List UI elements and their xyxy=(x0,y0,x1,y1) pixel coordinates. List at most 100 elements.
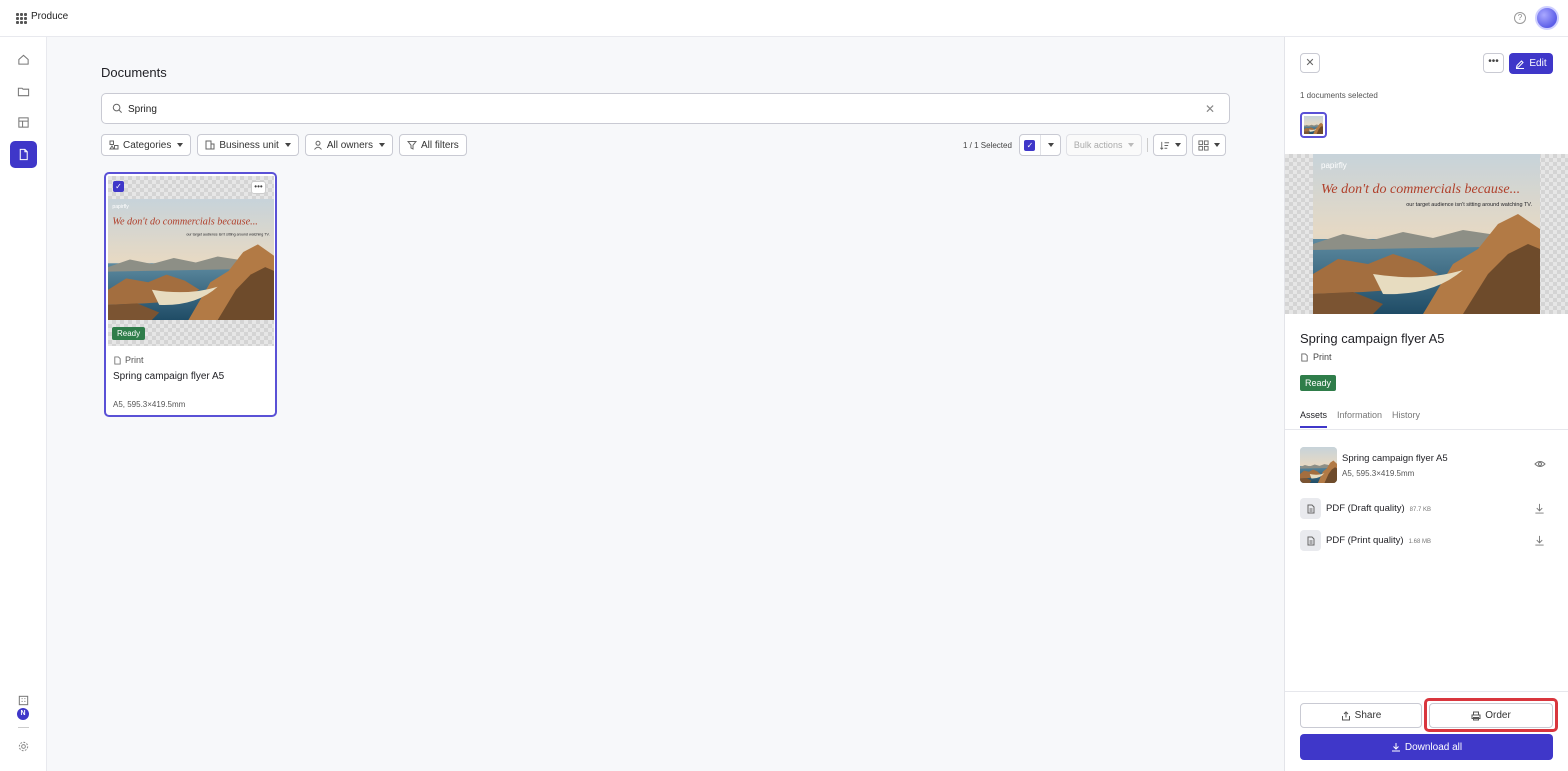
rail-item-home[interactable] xyxy=(10,46,37,73)
close-panel-button[interactable]: ✕ xyxy=(1300,53,1320,73)
flyer-headline: We don't do commercials because... xyxy=(112,217,257,228)
chevron-down-icon xyxy=(1175,143,1182,147)
checkmark-icon: ✓ xyxy=(1024,139,1036,151)
share-label: Share xyxy=(1354,710,1382,721)
building-icon xyxy=(205,140,215,150)
panel-status-badge: Ready xyxy=(1300,375,1337,391)
tab-assets[interactable]: Assets xyxy=(1300,410,1328,428)
filter-bar: Categories Business unit All owners All … xyxy=(101,134,467,156)
search-input[interactable] xyxy=(128,100,1188,118)
help-icon[interactable]: ? xyxy=(1514,12,1526,24)
document-icon xyxy=(114,355,121,365)
large-preview-image: papirfly We don't do commercials because… xyxy=(1313,154,1540,314)
document-icon xyxy=(1301,352,1308,362)
printer-icon xyxy=(1471,711,1481,720)
notification-badge: N xyxy=(17,708,29,720)
download-icon xyxy=(1391,743,1400,752)
app-grid-icon[interactable] xyxy=(16,13,27,24)
rail-item-templates[interactable] xyxy=(10,109,37,136)
edit-icon xyxy=(1516,59,1525,69)
document-title: Spring campaign flyer A5 xyxy=(113,371,225,382)
file-name-text: PDF (Print quality) xyxy=(1326,535,1404,546)
file-name: PDF (Print quality) 1.68 MB xyxy=(1326,535,1431,546)
app-title[interactable]: Produce xyxy=(31,11,68,22)
tab-history[interactable]: History xyxy=(1392,410,1420,428)
flyer-headline: We don't do commercials because... xyxy=(1321,182,1520,197)
file-item[interactable]: PDF (Print quality) 1.68 MB xyxy=(1300,530,1556,552)
document-type: Print xyxy=(113,355,144,365)
selected-count: 1 / 1 Selected xyxy=(963,140,1012,150)
rail-item-documents[interactable] xyxy=(10,141,37,168)
bulk-actions-button[interactable]: Bulk actions xyxy=(1065,134,1143,156)
panel-title: Spring campaign flyer A5 xyxy=(1300,331,1445,346)
user-icon xyxy=(313,140,322,150)
layout-icon xyxy=(18,117,29,128)
share-icon xyxy=(1341,710,1350,720)
status-badge: Ready xyxy=(112,327,146,340)
building-icon xyxy=(18,695,29,706)
flyer-tagline: our target audience isn't sitting around… xyxy=(186,232,269,236)
search-bar: ✕ xyxy=(101,93,1230,124)
chevron-down-icon xyxy=(284,143,291,147)
flyer-tagline: our target audience isn't sitting around… xyxy=(1406,202,1532,208)
business-unit-filter[interactable]: Business unit xyxy=(197,134,299,156)
file-icon xyxy=(1300,530,1321,551)
mini-preview-image xyxy=(1304,116,1323,134)
download-icon[interactable] xyxy=(1534,535,1545,546)
details-panel: ✕ ••• Edit 1 documents selected papirfly… xyxy=(1284,37,1568,771)
select-all-checkbox[interactable]: ✓ xyxy=(1020,135,1040,155)
grid-view-icon xyxy=(1198,139,1209,151)
chevron-down-icon xyxy=(378,143,385,147)
document-preview: papirfly We don't do commercials because… xyxy=(1285,154,1568,314)
chevron-down-icon xyxy=(1128,143,1135,147)
page-title: Documents xyxy=(101,65,167,80)
document-icon xyxy=(19,148,28,161)
rail-item-folders[interactable] xyxy=(10,78,37,105)
edit-button[interactable]: Edit xyxy=(1509,53,1553,74)
categories-filter-label: Categories xyxy=(123,139,172,151)
panel-document-type: Print xyxy=(1300,352,1332,362)
selected-document-thumbnail[interactable] xyxy=(1300,112,1327,138)
clear-search-icon[interactable]: ✕ xyxy=(1205,102,1215,116)
panel-footer-divider xyxy=(1285,691,1568,692)
card-more-button[interactable]: ••• xyxy=(251,181,266,194)
file-size: 1.68 MB xyxy=(1408,539,1431,545)
asset-item[interactable]: Spring campaign flyer A5 A5, 595.3×419.5… xyxy=(1300,447,1556,483)
view-mode-button[interactable] xyxy=(1192,134,1227,156)
chevron-down-icon xyxy=(1048,143,1055,147)
tab-information[interactable]: Information xyxy=(1337,410,1382,428)
left-rail: N xyxy=(0,37,47,771)
sort-button[interactable] xyxy=(1153,134,1188,156)
categories-icon xyxy=(109,140,119,150)
share-button[interactable]: Share xyxy=(1300,703,1422,728)
bulk-actions-label: Bulk actions xyxy=(1073,140,1123,150)
top-bar: Produce ? xyxy=(0,0,1568,37)
all-filters-button[interactable]: All filters xyxy=(398,134,467,156)
panel-type-label: Print xyxy=(1313,352,1332,362)
owners-filter[interactable]: All owners xyxy=(304,134,393,156)
search-icon xyxy=(112,103,122,113)
rail-item-settings[interactable] xyxy=(10,733,37,760)
file-icon xyxy=(1300,498,1321,519)
file-item[interactable]: PDF (Draft quality) 87.7 KB xyxy=(1300,498,1556,520)
download-icon[interactable] xyxy=(1534,503,1545,514)
document-thumbnail: papirfly We don't do commercials because… xyxy=(108,176,274,346)
download-all-button[interactable]: Download all xyxy=(1300,734,1553,760)
categories-filter[interactable]: Categories xyxy=(101,134,192,156)
order-button[interactable]: Order xyxy=(1429,703,1553,728)
panel-more-button[interactable]: ••• xyxy=(1483,53,1504,73)
order-label: Order xyxy=(1485,710,1511,721)
download-all-label: Download all xyxy=(1404,741,1463,753)
asset-name: Spring campaign flyer A5 xyxy=(1342,453,1448,464)
home-icon xyxy=(18,54,29,65)
eye-icon[interactable] xyxy=(1534,458,1546,470)
selection-toolbar: 1 / 1 Selected ✓ Bulk actions xyxy=(963,134,1227,156)
main-content: Documents ✕ Categories Business unit All… xyxy=(48,37,1283,771)
panel-tabs: Assets Information History xyxy=(1300,410,1420,428)
avatar[interactable] xyxy=(1535,6,1559,30)
document-meta: A5, 595.3×419.5mm xyxy=(113,400,186,409)
document-card[interactable]: papirfly We don't do commercials because… xyxy=(104,172,277,417)
flyer-brand: papirfly xyxy=(1321,161,1347,170)
select-options-dropdown[interactable] xyxy=(1039,135,1060,155)
card-checkbox[interactable]: ✓ xyxy=(113,181,124,192)
